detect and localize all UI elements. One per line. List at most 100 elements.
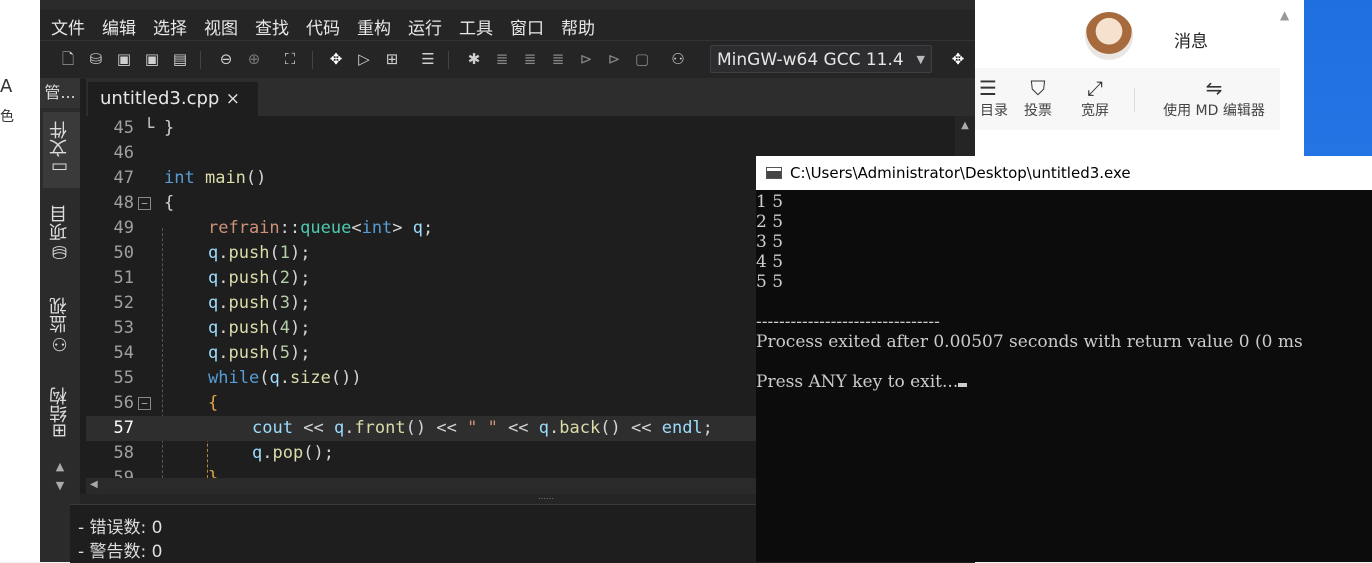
fit-icon[interactable]: ⛶ bbox=[280, 49, 300, 69]
panel-header[interactable]: 管... bbox=[40, 78, 80, 108]
debug-icon[interactable]: ✱ bbox=[464, 49, 484, 69]
code-text: q.push(1); bbox=[208, 243, 311, 263]
scroll-up-icon[interactable]: ▲ bbox=[40, 460, 80, 473]
vote-button[interactable]: ⛉ 投票 bbox=[1018, 76, 1058, 120]
tab-structure[interactable]: ⊞结构 bbox=[43, 374, 80, 450]
step-into-icon[interactable]: ≣ bbox=[520, 49, 540, 69]
menu-run[interactable]: 运行 bbox=[408, 14, 442, 39]
menu-select[interactable]: 选择 bbox=[153, 14, 187, 39]
menu-refactor[interactable]: 重构 bbox=[357, 14, 391, 39]
code-text: q.push(3); bbox=[208, 293, 311, 313]
line-number: 51 bbox=[113, 268, 134, 288]
vote-icon: ⛉ bbox=[1030, 76, 1046, 100]
md-editor-button[interactable]: ⇋ 使用 MD 编辑器 bbox=[1154, 76, 1274, 120]
avatar[interactable] bbox=[1085, 12, 1133, 60]
fullscreen-icon: ⤢ bbox=[1087, 76, 1103, 100]
menu-edit[interactable]: 编辑 bbox=[102, 14, 136, 39]
browser-scrollbar[interactable]: ▲ bbox=[1280, 8, 1298, 168]
tab-project[interactable]: ⛁项目 bbox=[43, 196, 80, 272]
tab-untitled3-cpp[interactable]: untitled3.cpp × bbox=[88, 82, 258, 116]
code-text: q.push(5); bbox=[208, 343, 311, 363]
code-text: refrain::queue<int> q; bbox=[208, 218, 434, 238]
back-icon[interactable]: ⊖ bbox=[216, 49, 236, 69]
messages-link[interactable]: 消息 bbox=[1174, 27, 1208, 52]
layout-icon[interactable]: ✥ bbox=[948, 49, 968, 69]
menu-window[interactable]: 窗口 bbox=[510, 14, 544, 39]
line-number: 57 bbox=[113, 418, 134, 438]
console-output[interactable]: 1 5 2 5 3 5 4 5 5 5 --------------------… bbox=[756, 190, 1372, 562]
warnings-count: - 警告数: 0 bbox=[78, 542, 163, 562]
tab-files-label: 文件 bbox=[49, 121, 70, 158]
console-line: 4 5 bbox=[756, 252, 784, 272]
scroll-down-icon[interactable]: ▼ bbox=[40, 479, 80, 492]
scroll-left-icon[interactable]: ◀ bbox=[90, 479, 98, 490]
console-line: 3 5 bbox=[756, 232, 784, 252]
save-icon[interactable]: ▣ bbox=[114, 49, 134, 69]
open-file-icon[interactable]: ⛁ bbox=[86, 49, 106, 69]
scroll-up-icon[interactable]: ▲ bbox=[1280, 8, 1289, 22]
menu-help[interactable]: 帮助 bbox=[561, 14, 595, 39]
splitter-grip-icon: ⋯⋯ bbox=[538, 494, 554, 503]
tab-files[interactable]: ▭文件 bbox=[43, 112, 80, 188]
swap-icon: ⇋ bbox=[1205, 76, 1223, 100]
console-prompt-line: Press ANY key to exit... bbox=[756, 372, 968, 392]
console-window: C:\Users\Administrator\Desktop\untitled3… bbox=[756, 156, 1372, 562]
menu-find[interactable]: 查找 bbox=[255, 14, 289, 39]
add-watch-icon[interactable]: ⚇ bbox=[668, 49, 688, 69]
close-tab-icon[interactable]: × bbox=[226, 82, 240, 116]
continue-icon[interactable]: ⊳ bbox=[604, 49, 624, 69]
save-as-icon[interactable]: ▣ bbox=[142, 49, 162, 69]
widescreen-button[interactable]: ⤢ 宽屏 bbox=[1075, 76, 1115, 120]
ide-toolbar: 🗋 ⛁ ▣ ▣ ▤ ⊖ ⊕ ⛶ ✥ ▷ ⊞ ☰ ✱ ≣ ≣ ≣ ⊳ ⊳ ▢ ⚇ … bbox=[40, 40, 975, 79]
menu-file[interactable]: 文件 bbox=[51, 14, 85, 39]
menu-bar: 文件 编辑 选择 视图 查找 代码 重构 运行 工具 窗口 帮助 bbox=[40, 10, 975, 40]
vote-label: 投票 bbox=[1024, 103, 1052, 119]
line-number: 58 bbox=[113, 443, 134, 463]
compile-icon[interactable]: ✥ bbox=[326, 49, 346, 69]
line-number: 55 bbox=[113, 368, 134, 388]
fold-toggle[interactable]: − bbox=[138, 397, 151, 410]
compiler-value: MinGW-w64 GCC 11.4 bbox=[717, 50, 904, 70]
side-scroll-arrows[interactable]: ▲ ▼ bbox=[40, 460, 80, 500]
tab-watch-label: 监视 bbox=[49, 297, 70, 334]
compile-run-icon[interactable]: ⊞ bbox=[382, 49, 402, 69]
ide-title-strip bbox=[40, 0, 975, 10]
menu-code[interactable]: 代码 bbox=[306, 14, 340, 39]
tab-project-label: 项目 bbox=[49, 205, 70, 242]
run-icon[interactable]: ▷ bbox=[354, 49, 374, 69]
editor-toolbar: ☰ 目录 ⛉ 投票 ⤢ 宽屏 ⇋ 使用 MD 编辑器 bbox=[974, 68, 1280, 130]
options-icon[interactable]: ☰ bbox=[418, 49, 438, 69]
line-number: 49 bbox=[113, 218, 134, 238]
line-number: 45 bbox=[113, 118, 134, 138]
errors-count: - 错误数: 0 bbox=[78, 518, 163, 538]
step-out-icon[interactable]: ≣ bbox=[548, 49, 568, 69]
code-text: } bbox=[164, 118, 175, 138]
toolbar-divider bbox=[1134, 88, 1135, 112]
toolbar-separator bbox=[448, 51, 449, 69]
console-prompt: Press ANY key to exit... bbox=[756, 372, 959, 392]
menu-tools[interactable]: 工具 bbox=[459, 14, 493, 39]
toolbar-separator bbox=[200, 51, 201, 69]
fold-toggle[interactable]: − bbox=[138, 197, 151, 210]
tab-watch[interactable]: ⚇监视 bbox=[43, 288, 80, 364]
scroll-up-icon[interactable]: ▲ bbox=[955, 120, 975, 131]
console-title-bar[interactable]: C:\Users\Administrator\Desktop\untitled3… bbox=[756, 156, 1372, 190]
line-number: 59 bbox=[113, 468, 134, 478]
save-all-icon[interactable]: ▤ bbox=[170, 49, 190, 69]
stop-icon[interactable]: ▢ bbox=[632, 49, 652, 69]
compiler-select[interactable]: MinGW-w64 GCC 11.4 ▼ bbox=[710, 45, 932, 73]
left-panel-tabs: 管... ▭文件 ⛁项目 ⚇监视 ⊞结构 ▲ ▼ bbox=[40, 78, 80, 562]
line-number: 48 bbox=[113, 193, 134, 213]
run-to-cursor-icon[interactable]: ⊳ bbox=[576, 49, 596, 69]
step-over-icon[interactable]: ≣ bbox=[492, 49, 512, 69]
code-line: 45 └ } bbox=[86, 116, 975, 141]
forward-icon[interactable]: ⊕ bbox=[244, 49, 264, 69]
files-icon: ▭ bbox=[49, 157, 70, 179]
new-file-icon[interactable]: 🗋 bbox=[58, 49, 78, 69]
editor-tab-bar: untitled3.cpp × bbox=[86, 78, 975, 116]
code-text: while(q.size()) bbox=[208, 368, 362, 388]
console-line: 2 5 bbox=[756, 212, 784, 232]
background-window-left: A 色 bbox=[0, 0, 40, 562]
menu-view[interactable]: 视图 bbox=[204, 14, 238, 39]
code-text: q.pop(); bbox=[252, 443, 334, 463]
